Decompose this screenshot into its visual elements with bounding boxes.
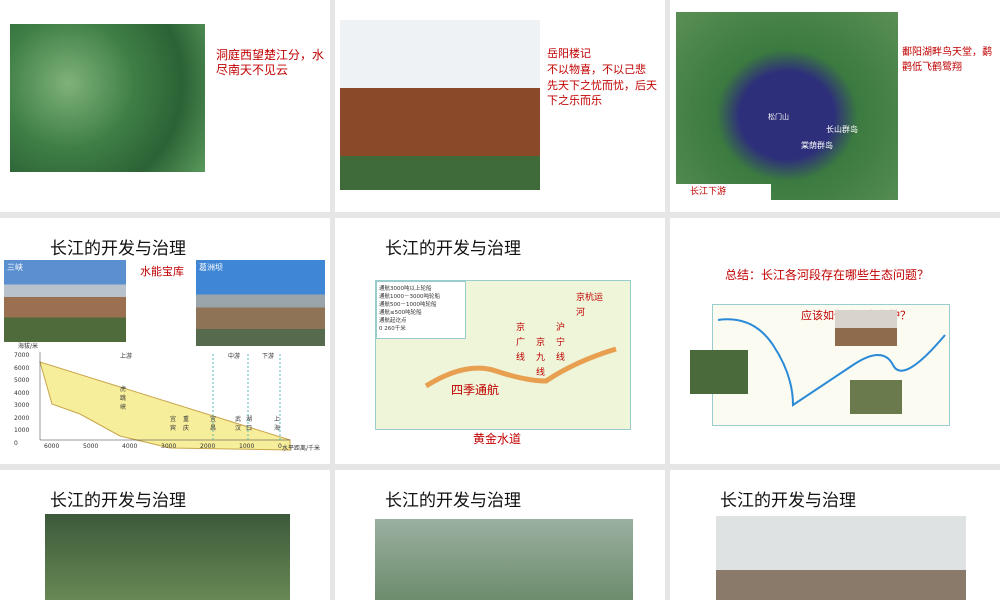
slide-4[interactable]: 长江的开发与治理 三峡 水能宝库 葛洲坝 海拔/米 7000 6000 5000 40… <box>0 218 330 464</box>
slide-2[interactable]: 岳阳楼记 不以物喜，不以己悲 先天下之忧而忧，后天下之乐而乐 <box>335 0 665 212</box>
y-tick-label: 2000 <box>14 414 30 422</box>
poem-line: 先天下之忧而忧，后天下之乐而乐 <box>547 79 657 107</box>
y-tick-label: 6000 <box>14 364 30 372</box>
x-tick-label: 3000 <box>161 443 177 450</box>
section-label: 上游 <box>120 353 133 360</box>
deforestation-photo <box>45 514 290 600</box>
slide-title: 长江的开发与治理 <box>720 491 856 511</box>
slide-6[interactable]: 总结：长江各河段存在哪些生态问题？ 应该如何治理和保护？ <box>670 218 1000 464</box>
slide-9[interactable]: 长江的开发与治理 <box>670 470 1000 600</box>
y-tick-label: 0 <box>14 439 18 447</box>
y-tick-label: 5000 <box>14 377 30 384</box>
slide-title: 长江的开发与治理 <box>385 239 521 259</box>
poyang-lake-map: 长山群岛 棠荫群岛 松门山 <box>676 12 898 200</box>
poem-line: 不以物喜，不以己悲 <box>547 63 646 76</box>
flooded-pavilion-photo <box>716 516 966 600</box>
caption-text: 黄金水道 <box>473 432 522 446</box>
place-label: 重庆 <box>183 416 190 432</box>
y-tick-label: 1000 <box>14 427 30 434</box>
y-tick-label: 4000 <box>14 389 30 397</box>
place-label: 上海 <box>274 416 281 432</box>
place-label: 武汉 <box>235 416 242 432</box>
erosion-photo <box>690 350 748 394</box>
gezhouba-photo: 葛洲坝 <box>196 260 325 346</box>
y-tick-label: 3000 <box>14 402 30 409</box>
slide-5[interactable]: 长江的开发与治理 通航3000吨以上轮船 通航1000－3000吨轮船 通航50… <box>335 218 665 464</box>
slide-title: 长江的开发与治理 <box>385 491 521 511</box>
place-label: 宜昌 <box>210 416 217 432</box>
three-gorges-photo: 三峡 <box>4 260 126 342</box>
place-label: 宜宾 <box>170 416 177 432</box>
satellite-image <box>10 24 205 172</box>
river-aerial-photo <box>375 519 633 600</box>
slide-7[interactable]: 长江的开发与治理 <box>0 470 330 600</box>
caption-text: 鄱阳湖畔鸟天堂，鹬鹳低飞鹤鹭翔 <box>902 47 992 73</box>
flood-photo <box>835 310 897 346</box>
place-label: 湖口 <box>246 416 253 432</box>
bullet-text: 水能宝库 <box>140 265 184 278</box>
x-tick-label: 4000 <box>122 443 138 450</box>
place-label: 虎跳峡 <box>120 386 127 411</box>
y-tick-label: 7000 <box>14 352 30 359</box>
x-tick-label: 5000 <box>83 443 99 450</box>
slide-title: 长江的开发与治理 <box>50 239 186 259</box>
slide-3[interactable]: 长山群岛 棠荫群岛 松门山 长江下游 鄱阳湖畔鸟天堂，鹬鹳低飞鹤鹭翔 <box>670 0 1000 212</box>
yangtze-shipping-map: 通航3000吨以上轮船 通航1000－3000吨轮船 通航500－1000吨轮船… <box>375 280 631 430</box>
bullet-text: 洞庭西望楚江分，水尽南天不见云 <box>216 48 325 77</box>
yueyang-tower-photo <box>340 20 540 190</box>
wetland-photo <box>850 380 902 414</box>
slide-title: 长江的开发与治理 <box>50 491 186 511</box>
x-tick-label: 2000 <box>200 443 216 450</box>
x-tick-label: 1000 <box>239 443 255 450</box>
x-tick-label: 6000 <box>44 443 60 450</box>
poem-title: 岳阳楼记 <box>547 47 591 60</box>
elevation-profile-chart <box>39 352 291 451</box>
section-label: 下游 <box>262 353 275 360</box>
bullet-text: 长江下游 <box>690 187 727 197</box>
slide-1[interactable]: 洞庭西望楚江分，水尽南天不见云 <box>0 0 330 212</box>
section-label: 中游 <box>228 353 241 360</box>
slide-8[interactable]: 长江的开发与治理 <box>335 470 665 600</box>
slide-title: 总结：长江各河段存在哪些生态问题？ <box>725 268 930 282</box>
